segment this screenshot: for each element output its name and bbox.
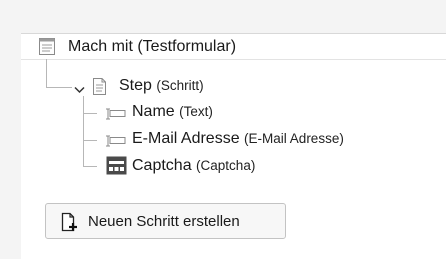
form-tree-panel: Mach mit (Testformular) Step (Schritt) N… xyxy=(21,33,446,259)
tree-item-step-text: Step (Schritt) xyxy=(119,77,204,95)
new-page-plus-icon xyxy=(60,212,80,237)
chevron-down-icon[interactable] xyxy=(74,81,85,99)
page-icon xyxy=(92,77,107,101)
tree-item-field-text: Captcha (Captcha) xyxy=(132,157,255,175)
text-field-icon xyxy=(104,134,126,152)
tree-connector xyxy=(46,59,47,87)
tree-connector xyxy=(83,166,97,167)
captcha-icon xyxy=(106,156,127,180)
tree-item-label: Captcha xyxy=(132,157,192,174)
text-field-icon xyxy=(104,107,126,125)
tree-item-field-text: Name (Text) xyxy=(132,103,213,121)
tree-item-field[interactable]: Captcha (Captcha) xyxy=(101,155,421,177)
tree-item-type: (E-Mail Adresse) xyxy=(244,131,344,146)
tree-item-label: Name xyxy=(132,103,175,120)
new-step-button-label: Neuen Schritt erstellen xyxy=(88,213,240,230)
tree-root-item[interactable]: Mach mit (Testformular) xyxy=(21,34,446,60)
tree-item-label: E-Mail Adresse xyxy=(132,130,240,147)
tree-connector xyxy=(83,113,97,114)
tree-root-label: Mach mit (Testformular) xyxy=(68,38,237,55)
tree-item-field[interactable]: E-Mail Adresse (E-Mail Adresse) xyxy=(101,129,441,151)
tree-item-type: (Schritt) xyxy=(156,78,204,93)
form-document-icon xyxy=(38,37,56,61)
tree-item-step[interactable]: Step (Schritt) xyxy=(71,76,371,98)
tree-item-field[interactable]: Name (Text) xyxy=(101,102,421,124)
tree-item-type: (Captcha) xyxy=(196,158,256,173)
tree-item-type: (Text) xyxy=(179,104,213,119)
tree-connector xyxy=(83,96,84,166)
tree-connector xyxy=(46,87,72,88)
tree-item-field-text: E-Mail Adresse (E-Mail Adresse) xyxy=(132,130,344,148)
tree-connector xyxy=(83,140,97,141)
new-step-button[interactable]: Neuen Schritt erstellen xyxy=(45,203,286,239)
tree-item-label: Step xyxy=(119,77,152,94)
